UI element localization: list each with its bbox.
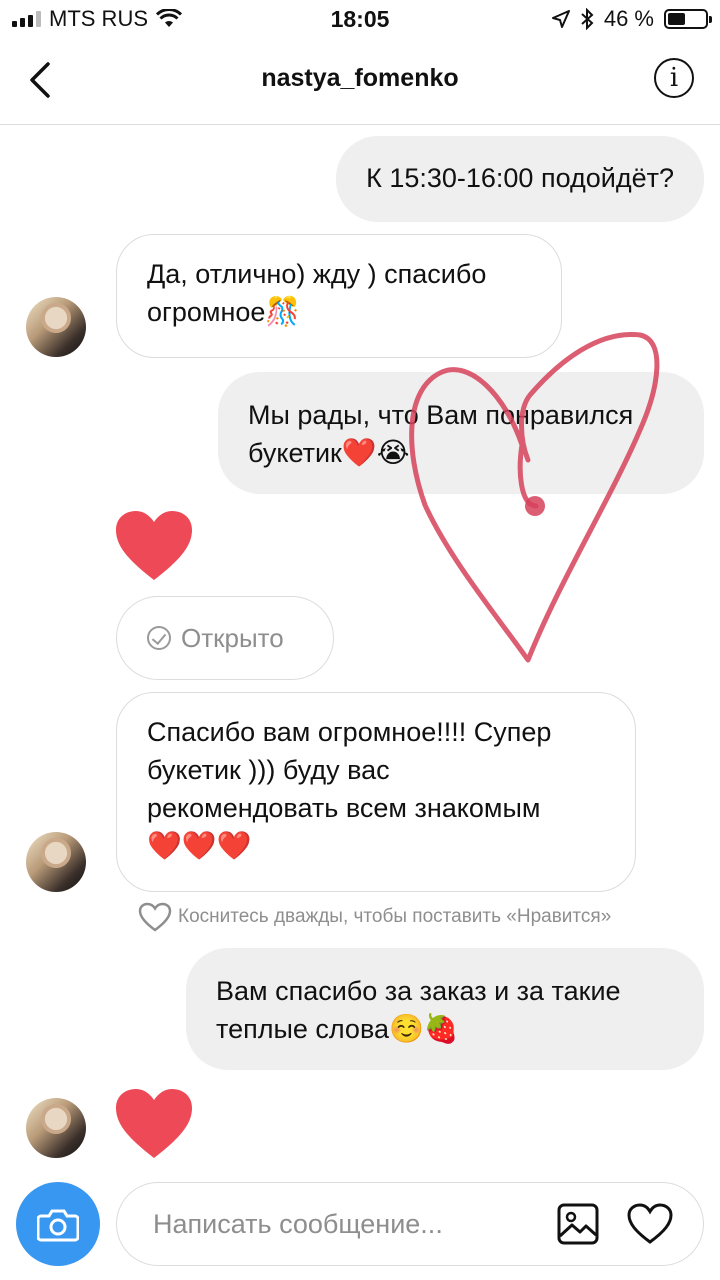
message-text: Спасибо вам огромное!!!! Супер (147, 717, 552, 747)
message-text: теплые слова (216, 1014, 390, 1044)
message-text: букетик ))) буду вас (147, 755, 390, 785)
location-arrow-icon (551, 10, 570, 28)
smile-strawberry-emoji-icon: ☺️🍓 (389, 1012, 459, 1045)
camera-icon (37, 1209, 79, 1242)
like-hint-text: Коснитесь дважды, чтобы поставить «Нрави… (178, 906, 612, 927)
gallery-icon[interactable] (557, 1203, 599, 1245)
hearts-emoji-icon: ❤️❤️❤️ (147, 829, 252, 862)
status-right: 46 % (551, 6, 712, 32)
avatar[interactable] (26, 1098, 86, 1158)
message-text: Да, отлично) жду ) спасибо (147, 259, 487, 289)
message-bubble-out[interactable]: Мы рады, что Вам понравился букетик❤️😭 (218, 372, 704, 494)
message-text: Вам спасибо за заказ и за такие (216, 976, 621, 1006)
info-icon: i (669, 63, 679, 93)
chat-title[interactable]: nastya_fomenko (0, 64, 720, 93)
bluetooth-icon (581, 8, 594, 30)
heart-crying-emoji-icon: ❤️😭 (341, 436, 410, 469)
heart-outline-icon (138, 902, 172, 932)
message-text: букетик (248, 438, 342, 468)
message-text: огромное (147, 297, 266, 327)
check-circle-icon (147, 626, 171, 650)
message-bubble-out[interactable]: Вам спасибо за заказ и за такие теплые с… (186, 948, 704, 1070)
chat-header: nastya_fomenko i (0, 40, 720, 125)
battery-icon (664, 9, 712, 29)
status-bar: MTS RUS 18:05 46 % (0, 0, 720, 40)
message-text: рекомендовать всем знакомым (147, 793, 541, 823)
heart-outline-icon[interactable] (627, 1203, 673, 1245)
message-bubble-out[interactable]: К 15:30-16:00 подойдёт? (336, 136, 704, 222)
camera-button[interactable] (16, 1182, 100, 1266)
message-bubble-in[interactable]: Спасибо вам огромное!!!! Супер букетик )… (116, 692, 636, 892)
message-composer (116, 1182, 704, 1266)
seen-label: Открыто (181, 622, 284, 653)
avatar[interactable] (26, 297, 86, 357)
message-text: К 15:30-16:00 подойдёт? (366, 163, 674, 193)
info-button[interactable]: i (654, 58, 694, 98)
message-text: Мы рады, что Вам понравился (248, 400, 634, 430)
confetti-emoji-icon: 🎊 (265, 295, 301, 328)
battery-percent: 46 % (603, 6, 654, 31)
like-hint[interactable]: Коснитесь дважды, чтобы поставить «Нрави… (138, 902, 611, 932)
seen-indicator: Открыто (116, 596, 334, 680)
message-input[interactable] (151, 1201, 535, 1247)
message-bubble-in[interactable]: Да, отлично) жду ) спасибо огромное🎊 (116, 234, 562, 358)
heart-reaction-icon[interactable] (114, 510, 194, 582)
heart-reaction-icon[interactable] (114, 1088, 194, 1160)
avatar[interactable] (26, 832, 86, 892)
